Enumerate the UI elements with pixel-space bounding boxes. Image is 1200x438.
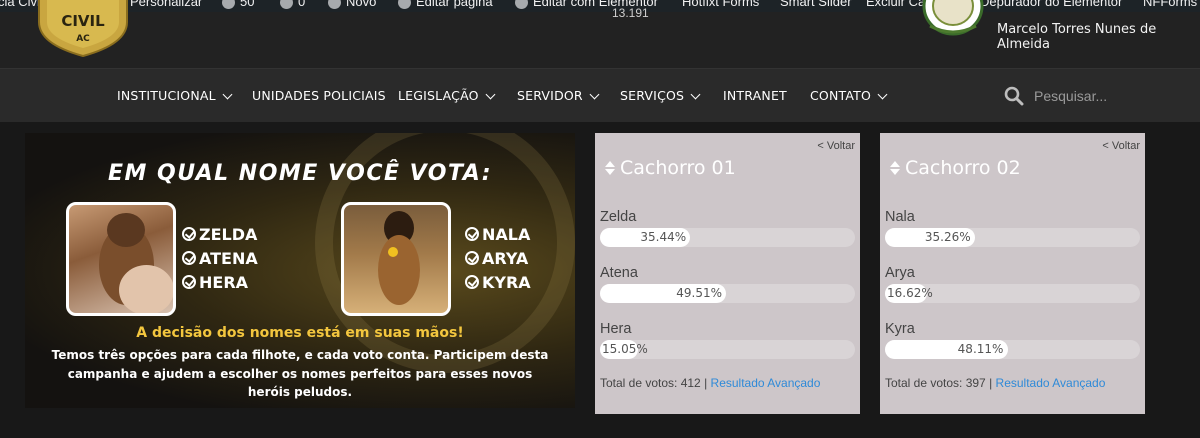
names-list-puppy-2: NALA ARYA KYRA (465, 223, 531, 295)
main-nav: INSTITUCIONAL UNIDADES POLICIAIS LEGISLA… (0, 68, 1200, 122)
advanced-results-link[interactable]: Resultado Avançado (996, 376, 1106, 390)
result-bar: 16.62% (885, 284, 1140, 303)
search-input[interactable] (1034, 88, 1184, 104)
poll-option: Hera 15.05% (600, 321, 855, 359)
total-votes: Total de votos: 412 (600, 376, 701, 390)
adminbar-updates[interactable]: 50 (222, 0, 254, 12)
result-percent: 16.62% (887, 286, 933, 300)
back-link[interactable]: < Voltar (817, 140, 855, 152)
checkmark-icon (182, 227, 196, 241)
poll-widget: < Voltar Cachorro 02 Nala 35.26% Arya 16… (880, 133, 1145, 414)
adminbar-elementor-debugger[interactable]: Depurador do Elementor (962, 0, 1122, 12)
banner-subtitle: A decisão dos nomes está em suas mãos! (136, 325, 464, 341)
result-percent: 48.11% (957, 342, 1004, 356)
nav-item-unidades-policiais[interactable]: UNIDADES POLICIAIS (252, 69, 386, 123)
plus-icon (328, 0, 341, 9)
nav-item-institucional[interactable]: INSTITUCIONAL (117, 69, 233, 123)
banner-description: Temos três opções para cada filhote, e c… (51, 348, 549, 399)
result-percent: 49.51% (676, 286, 723, 300)
nav-item-contato[interactable]: CONTATO (810, 69, 888, 123)
adminbar-edit-page[interactable]: Editar página (398, 0, 493, 12)
back-link[interactable]: < Voltar (1102, 140, 1140, 152)
poll-title: Cachorro 02 (890, 157, 1021, 179)
result-percent: 35.26% (924, 230, 971, 244)
comment-icon (280, 0, 293, 9)
checkmark-icon (465, 275, 479, 289)
elementor-icon (515, 0, 528, 9)
nav-item-legislacao[interactable]: LEGISLAÇÃO (398, 69, 496, 123)
chevron-down-icon (690, 89, 701, 99)
poll-option: Atena 49.51% (600, 265, 855, 303)
header-date: 13.191 (612, 6, 649, 20)
poll-option: Kyra 48.11% (885, 321, 1140, 359)
result-bar: 49.51% (600, 284, 855, 303)
puppy-photo-1 (66, 202, 176, 316)
poll-footer: Total de votos: 412 | Resultado Avançado (600, 376, 821, 390)
advanced-results-link[interactable]: Resultado Avançado (711, 376, 821, 390)
poll-option: Arya 16.62% (885, 265, 1140, 303)
checkmark-icon (465, 227, 479, 241)
names-list-puppy-1: ZELDA ATENA HERA (182, 223, 258, 295)
search-box (1004, 84, 1184, 108)
nav-item-intranet[interactable]: INTRANET (723, 69, 787, 123)
chevron-down-icon (485, 89, 496, 99)
chevron-down-icon (222, 89, 233, 99)
nav-item-servidor[interactable]: SERVIDOR (517, 69, 600, 123)
search-icon[interactable] (1004, 86, 1024, 106)
poll-option: Zelda 35.44% (600, 209, 855, 247)
poll-title: Cachorro 01 (605, 157, 736, 179)
site-header: CIVIL AC 13.191 Marcelo Torres Nunes de … (0, 0, 1200, 68)
checkmark-icon (182, 251, 196, 265)
poll-widget: < Voltar Cachorro 01 Zelda 35.44% Atena … (595, 133, 860, 414)
banner-title: EM QUAL NOME VOCÊ VOTA: (107, 161, 493, 186)
pencil-icon (398, 0, 411, 9)
poll-option: Nala 35.26% (885, 209, 1140, 247)
adminbar-comments[interactable]: 0 (280, 0, 305, 12)
result-bar: 35.26% (885, 228, 1140, 247)
main-content: EM QUAL NOME VOCÊ VOTA: ZELDA ATENA HERA… (0, 122, 1200, 438)
campaign-banner: EM QUAL NOME VOCÊ VOTA: ZELDA ATENA HERA… (25, 133, 575, 408)
adminbar-new[interactable]: Novo (328, 0, 376, 12)
refresh-icon (222, 0, 235, 9)
sort-icon (890, 161, 900, 175)
puppy-photo-2 (341, 202, 451, 316)
svg-text:CIVIL: CIVIL (61, 12, 105, 30)
adminbar-forms[interactable]: Hotfixt Forms (682, 0, 759, 12)
state-seal-logo (922, 0, 984, 36)
result-percent: 35.44% (640, 230, 687, 244)
poll-footer: Total de votos: 397 | Resultado Avançado (885, 376, 1106, 390)
police-badge-logo[interactable]: CIVIL AC (33, 0, 133, 58)
result-percent: 15.05% (602, 342, 648, 356)
admin-bar: cia Civil do Acre Personalizar 50 0 Novo… (0, 0, 1200, 12)
nav-item-servicos[interactable]: SERVIÇOS (620, 69, 701, 123)
result-bar: 48.11% (885, 340, 1140, 359)
adminbar-smart-slider[interactable]: Smart Slider (780, 0, 852, 12)
total-votes: Total de votos: 397 (885, 376, 986, 390)
adminbar-nf-forms[interactable]: NFForms (1143, 0, 1197, 12)
sort-icon (605, 161, 615, 175)
svg-text:AC: AC (76, 34, 90, 44)
chevron-down-icon (877, 89, 888, 99)
checkmark-icon (465, 251, 479, 265)
user-name[interactable]: Marcelo Torres Nunes de Almeida (997, 22, 1200, 52)
chevron-down-icon (589, 89, 600, 99)
result-bar: 35.44% (600, 228, 855, 247)
result-bar: 15.05% (600, 340, 855, 359)
checkmark-icon (182, 275, 196, 289)
